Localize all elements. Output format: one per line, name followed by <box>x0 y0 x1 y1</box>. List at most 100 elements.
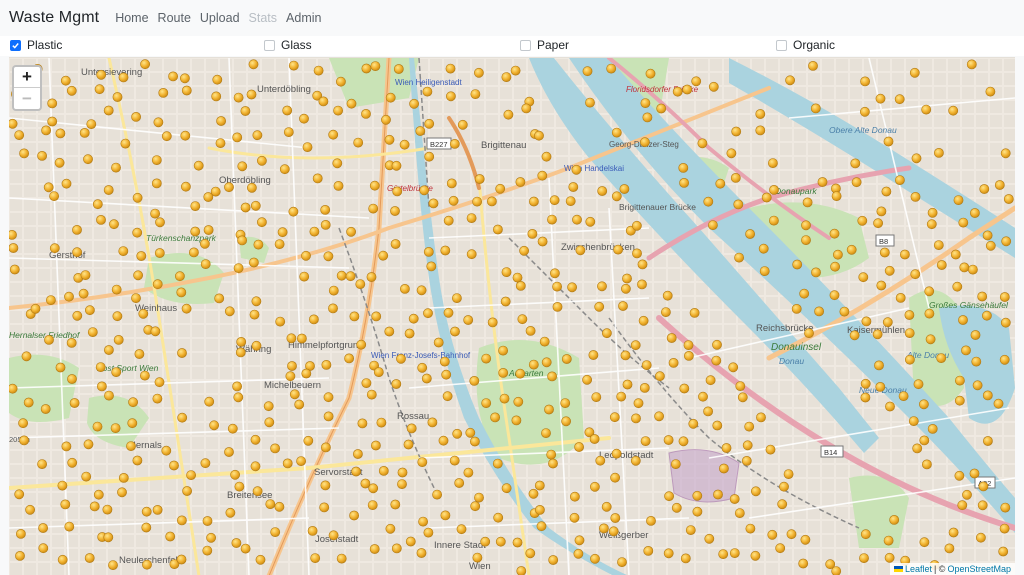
plastic-bin-marker[interactable] <box>43 182 54 193</box>
plastic-bin-marker[interactable] <box>23 397 34 408</box>
plastic-bin-marker[interactable] <box>153 117 164 128</box>
plastic-bin-marker[interactable] <box>465 427 476 438</box>
filter-glass[interactable]: Glass <box>264 38 312 52</box>
plastic-bin-marker[interactable] <box>78 288 89 299</box>
plastic-bin-marker[interactable] <box>294 399 305 410</box>
plastic-bin-marker[interactable] <box>919 435 930 446</box>
plastic-bin-marker[interactable] <box>606 63 617 74</box>
plastic-bin-marker[interactable] <box>399 283 410 294</box>
plastic-bin-marker[interactable] <box>802 197 813 208</box>
plastic-bin-marker[interactable] <box>534 480 545 491</box>
plastic-bin-marker[interactable] <box>253 239 264 250</box>
plastic-bin-marker[interactable] <box>441 369 452 380</box>
plastic-bin-marker[interactable] <box>759 266 770 276</box>
plastic-bin-marker[interactable] <box>831 191 842 201</box>
plastic-bin-marker[interactable] <box>151 155 162 165</box>
plastic-bin-marker[interactable] <box>830 261 840 272</box>
plastic-bin-marker[interactable] <box>909 67 920 78</box>
plastic-bin-marker[interactable] <box>117 487 127 498</box>
plastic-bin-marker[interactable] <box>799 288 810 299</box>
plastic-bin-marker[interactable] <box>408 313 419 324</box>
plastic-bin-marker[interactable] <box>474 492 484 503</box>
plastic-bin-marker[interactable] <box>910 191 921 202</box>
plastic-bin-marker[interactable] <box>663 435 674 445</box>
plastic-bin-marker[interactable] <box>136 251 147 261</box>
plastic-bin-marker[interactable] <box>112 311 123 322</box>
plastic-bin-marker[interactable] <box>319 502 330 513</box>
plastic-bin-marker[interactable] <box>954 470 965 481</box>
plastic-bin-marker[interactable] <box>64 291 74 302</box>
plastic-bin-marker[interactable] <box>684 350 694 361</box>
plastic-bin-marker[interactable] <box>21 351 32 362</box>
plastic-bin-marker[interactable] <box>998 546 1009 557</box>
plastic-bin-marker[interactable] <box>252 130 263 141</box>
plastic-bin-marker[interactable] <box>726 148 737 159</box>
plastic-bin-marker[interactable] <box>999 354 1010 365</box>
openstreetmap-link[interactable]: OpenStreetMap <box>947 564 1011 574</box>
plastic-bin-marker[interactable] <box>158 88 169 98</box>
plastic-bin-marker[interactable] <box>950 249 961 260</box>
plastic-bin-marker[interactable] <box>391 379 402 389</box>
plastic-bin-marker[interactable] <box>742 440 753 451</box>
plastic-bin-marker[interactable] <box>900 249 910 260</box>
plastic-bin-marker[interactable] <box>249 309 260 320</box>
plastic-bin-marker[interactable] <box>936 353 947 363</box>
plastic-bin-marker[interactable] <box>301 250 311 261</box>
map-view[interactable]: Untersievering Unterdöbling Oberdöbling … <box>9 57 1015 575</box>
plastic-bin-marker[interactable] <box>19 435 29 446</box>
plastic-bin-marker[interactable] <box>97 381 107 392</box>
plastic-bin-marker[interactable] <box>320 442 331 453</box>
plastic-bin-marker[interactable] <box>662 290 673 301</box>
plastic-bin-marker[interactable] <box>970 330 981 340</box>
plastic-bin-marker[interactable] <box>423 246 434 257</box>
plastic-bin-marker[interactable] <box>982 230 993 241</box>
plastic-bin-marker[interactable] <box>399 139 410 150</box>
plastic-bin-marker[interactable] <box>664 491 674 502</box>
plastic-bin-marker[interactable] <box>323 392 334 403</box>
plastic-bin-marker[interactable] <box>640 98 651 108</box>
plastic-bin-marker[interactable] <box>353 137 364 148</box>
plastic-bin-marker[interactable] <box>534 130 544 141</box>
plastic-bin-marker[interactable] <box>976 532 986 543</box>
plastic-bin-marker[interactable] <box>898 391 909 401</box>
map-tiles[interactable]: Untersievering Unterdöbling Oberdöbling … <box>9 58 1015 575</box>
plastic-bin-marker[interactable] <box>860 529 871 540</box>
plastic-bin-marker[interactable] <box>972 380 983 391</box>
plastic-bin-marker[interactable] <box>248 59 259 70</box>
plastic-bin-marker[interactable] <box>470 89 481 99</box>
plastic-bin-marker[interactable] <box>230 469 240 480</box>
plastic-bin-marker[interactable] <box>672 86 683 97</box>
plastic-bin-marker[interactable] <box>448 195 459 206</box>
plastic-bin-marker[interactable] <box>397 467 408 478</box>
plastic-bin-marker[interactable] <box>270 443 280 454</box>
plastic-bin-marker[interactable] <box>516 566 527 575</box>
plastic-bin-marker[interactable] <box>206 532 216 543</box>
plastic-bin-marker[interactable] <box>999 523 1010 534</box>
plastic-bin-marker[interactable] <box>38 543 49 554</box>
plastic-bin-marker[interactable] <box>49 243 60 254</box>
plastic-bin-marker[interactable] <box>481 398 492 408</box>
plastic-bin-marker[interactable] <box>47 116 58 127</box>
plastic-bin-marker[interactable] <box>320 219 331 230</box>
plastic-bin-marker[interactable] <box>328 303 338 314</box>
plastic-bin-marker[interactable] <box>351 466 361 477</box>
plastic-bin-marker[interactable] <box>977 500 988 511</box>
plastic-bin-marker[interactable] <box>529 196 539 207</box>
plastic-bin-marker[interactable] <box>274 501 285 512</box>
plastic-bin-marker[interactable] <box>150 326 161 337</box>
plastic-bin-marker[interactable] <box>72 224 82 235</box>
plastic-bin-marker[interactable] <box>561 354 572 364</box>
plastic-bin-marker[interactable] <box>948 105 959 116</box>
plastic-bin-marker[interactable] <box>619 184 630 194</box>
plastic-bin-marker[interactable] <box>224 447 234 457</box>
plastic-bin-marker[interactable] <box>643 545 654 556</box>
plastic-bin-marker[interactable] <box>570 491 580 502</box>
plastic-bin-marker[interactable] <box>361 109 371 119</box>
plastic-bin-marker[interactable] <box>424 118 435 129</box>
plastic-bin-marker[interactable] <box>874 360 884 371</box>
plastic-bin-marker[interactable] <box>512 272 523 283</box>
leaflet-link[interactable]: Leaflet <box>905 564 932 574</box>
plastic-bin-marker[interactable] <box>934 148 944 158</box>
plastic-bin-marker[interactable] <box>608 526 619 537</box>
plastic-bin-marker[interactable] <box>15 550 25 561</box>
